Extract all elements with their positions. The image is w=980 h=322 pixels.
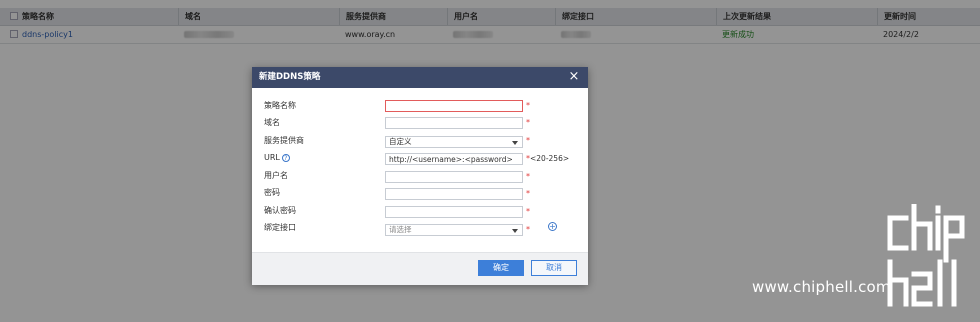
watermark-url: www.chiphell.com — [752, 278, 891, 296]
chevron-down-icon — [512, 141, 518, 145]
bind-interface-placeholder: 请选择 — [389, 225, 412, 234]
provider-select[interactable]: 自定义 — [385, 136, 523, 148]
url-length-hint: <20-256> — [530, 154, 570, 163]
url-label-text: URL — [264, 153, 280, 162]
new-ddns-policy-dialog: 新建DDNS策略 × 策略名称 * 域名 * 服务提供商 自定义 * URL? … — [252, 67, 588, 285]
policy-name-label: 策略名称 — [264, 101, 296, 110]
ok-button[interactable]: 确定 — [478, 260, 524, 276]
dialog-footer: 确定 取消 — [252, 252, 588, 285]
required-mark: * — [526, 101, 530, 110]
dialog-header: 新建DDNS策略 × — [252, 67, 588, 88]
confirm-password-input[interactable] — [385, 206, 523, 218]
url-label: URL? — [264, 152, 290, 164]
policy-name-input[interactable] — [385, 100, 523, 112]
close-icon[interactable]: × — [568, 70, 580, 84]
required-mark: * — [526, 225, 530, 234]
cancel-button[interactable]: 取消 — [531, 260, 577, 276]
chiphell-logo-icon — [887, 204, 965, 307]
chevron-down-icon — [512, 229, 518, 233]
bind-interface-select[interactable]: 请选择 — [385, 224, 523, 236]
required-mark: * — [526, 118, 530, 127]
username-input[interactable] — [385, 171, 523, 183]
username-label: 用户名 — [264, 171, 288, 180]
domain-label: 域名 — [264, 118, 280, 127]
domain-input[interactable] — [385, 117, 523, 129]
url-input[interactable] — [385, 153, 523, 165]
required-mark: * — [526, 172, 530, 181]
required-mark: * — [526, 189, 530, 198]
dialog-title: 新建DDNS策略 — [259, 72, 321, 82]
add-interface-icon[interactable]: + — [548, 222, 557, 231]
provider-label: 服务提供商 — [264, 136, 304, 145]
bind-interface-label: 绑定接口 — [264, 223, 296, 232]
confirm-password-label: 确认密码 — [264, 206, 296, 215]
required-mark: * — [526, 136, 530, 145]
password-input[interactable] — [385, 188, 523, 200]
provider-select-value: 自定义 — [389, 137, 412, 146]
required-mark: * — [526, 207, 530, 216]
password-label: 密码 — [264, 188, 280, 197]
help-icon[interactable]: ? — [281, 153, 290, 162]
